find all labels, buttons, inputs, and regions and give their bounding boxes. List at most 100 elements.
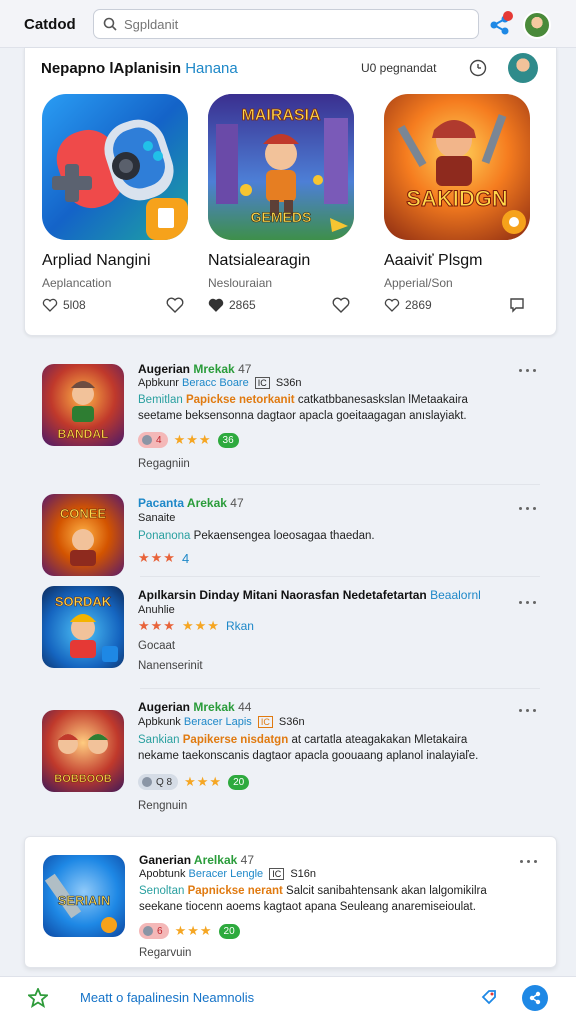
featured-app-stat: 5l08 (42, 298, 86, 312)
app-icon-title: BOBBOOB (54, 773, 112, 785)
bottom-bar-link[interactable]: Meatt o fapalinesin Neamnolis (80, 990, 254, 1005)
list-item-footer: Gocaat (138, 640, 176, 652)
star-rating: ★★★ (174, 923, 213, 938)
featured-app-1[interactable]: Arpliad Nangini Aeplancation 5l08 (42, 94, 192, 313)
list-item-footer: Regagniin (138, 458, 190, 470)
featured-title: Nepapno lAplanisin Hanana (41, 60, 238, 77)
featured-app-name[interactable]: Natsialearagin (208, 252, 310, 270)
comment-icon[interactable] (508, 296, 526, 314)
tag-icon[interactable] (479, 987, 499, 1007)
desc-rest: Salcit sanibahtensank akan lalgomikilra (286, 885, 487, 897)
star-rating: ★★★ (184, 774, 223, 789)
search-input[interactable] (124, 15, 464, 33)
meta-d: S36n (275, 377, 302, 389)
pill-dot (142, 435, 152, 445)
list-item-footer: Regarvuin (139, 947, 192, 959)
search-box[interactable] (93, 9, 479, 39)
featured-app-2[interactable]: MAIRASIA GEMEDS Natsialearagin Neslourai… (208, 94, 358, 313)
featured-app-name[interactable]: Arpliad Nangini (42, 252, 151, 270)
title-tag: Mrekak (193, 700, 235, 714)
meta-c: Lengle (230, 868, 264, 880)
green-badge: 36 (217, 432, 239, 448)
more-options-icon[interactable] (519, 366, 537, 376)
app-icon[interactable]: BANDAL (42, 364, 124, 446)
list-item-card[interactable]: SERIAIN Ganerian Arelkak 47 Apobtunk Ber… (24, 836, 557, 968)
more-options-icon[interactable] (519, 598, 537, 608)
green-badge: 20 (228, 774, 250, 790)
app-title: Catdod (24, 16, 76, 33)
more-options-icon[interactable] (520, 857, 538, 867)
app-icon[interactable]: SORDAK (42, 586, 124, 668)
divider (140, 484, 540, 485)
meta-a: Apobtunk (139, 868, 186, 880)
app-icon[interactable]: SERIAIN (43, 855, 125, 937)
favorite-icon[interactable] (166, 296, 184, 314)
list-item-rating: 6 ★★★ 20 (139, 923, 240, 939)
list-item-desc-1: Bemitlan Papickse netorkanit catkatbbane… (138, 392, 468, 408)
search-icon (103, 17, 117, 31)
app-icon-title: SERIAIN (58, 893, 111, 908)
pill-dot (142, 777, 152, 787)
divider (140, 576, 540, 577)
meta-d: S36n (278, 716, 305, 728)
meta-b: Beracer (183, 716, 223, 728)
title-number: 47 (240, 853, 254, 867)
list-item-title[interactable]: Ganerian Arelkak 47 (139, 853, 254, 867)
list-item-title[interactable]: Pacanta Arekak 47 (138, 496, 244, 510)
list-item-desc-2: seekane tiocenn aoems kagtaot apana Seul… (139, 901, 476, 913)
green-badge: 20 (218, 923, 240, 939)
featured-avatar[interactable] (508, 53, 538, 83)
title-text: Apılkarsin Dinday Mitani Naorasfan Nedet… (138, 588, 427, 602)
list-item-title[interactable]: Apılkarsin Dinday Mitani Naorasfan Nedet… (138, 588, 481, 602)
status-pill: Q 8 (138, 774, 179, 790)
list-item-title[interactable]: Augerian Mrekak 44 (138, 700, 251, 714)
featured-subtitle: U0 pegnandat (361, 61, 437, 75)
star-rating-2: ★★★ (181, 618, 220, 633)
desc-rest: Pekaensengea loeosagaa thaedan. (193, 530, 375, 542)
star-icon[interactable] (28, 988, 48, 1008)
title-tag: Mrekak (193, 362, 235, 376)
featured-title-text: Nepapno lAplanisin (41, 60, 182, 77)
desc-lead: Bemitlan (138, 394, 183, 406)
list-item-rating: ★★★ 4 (138, 550, 189, 566)
more-options-icon[interactable] (519, 706, 537, 716)
desc-lead: Senoltan (139, 885, 185, 897)
list-item-rating: ★★★ ★★★ Rkan (138, 618, 254, 634)
title-tag: Arekak (186, 496, 227, 510)
meta-a: Apbkunk (138, 716, 181, 728)
meta-box: IC (257, 716, 273, 728)
user-avatar[interactable] (523, 11, 551, 39)
meta-c: Boare (219, 377, 249, 389)
hero-game-icon[interactable]: MAIRASIA GEMEDS (208, 94, 354, 240)
app-icon-title: CONEE (60, 506, 107, 521)
warrior-game-icon-title: SAKIDGN (406, 186, 507, 211)
featured-app-count: 2869 (405, 298, 432, 312)
clock-icon[interactable] (469, 59, 487, 77)
list-item-desc-1: Senoltan Papnickse nerant Salcit sanibah… (139, 883, 487, 899)
desc-lead: Sankian (138, 734, 180, 746)
featured-app-name[interactable]: Aaaiviť Plsgm (384, 252, 482, 270)
app-icon[interactable]: BOBBOOB (42, 710, 124, 792)
rating-extra: 4 (181, 550, 190, 566)
top-bar: Catdod (0, 0, 576, 48)
divider (140, 688, 540, 689)
heart-icon (42, 298, 58, 312)
gamepad-icon[interactable] (42, 94, 188, 240)
more-options-icon[interactable] (519, 504, 537, 514)
list-item-footer-2: Nanenserinit (138, 660, 203, 672)
warrior-game-icon[interactable]: SAKIDGN (384, 94, 530, 240)
meta-box: IC (269, 868, 285, 880)
action-button[interactable] (522, 985, 548, 1011)
favorite-icon[interactable] (332, 296, 350, 314)
bottom-bar: Meatt o fapalinesin Neamnolis (0, 976, 576, 1024)
featured-app-category: Aeplancation (42, 276, 112, 290)
featured-app-count: 5l08 (63, 298, 86, 312)
app-icon[interactable]: CONEE (42, 494, 124, 576)
list-item-desc-1: Ponanona Pekaensengea loeosagaa thaedan. (138, 528, 375, 544)
featured-title-accent[interactable]: Hanana (185, 60, 238, 77)
title-tag: Beaalornl (430, 588, 481, 602)
meta-box: IC (254, 377, 270, 389)
list-item-meta: Apbkunr Beracc Boare IC S36n (138, 377, 302, 389)
list-item-title[interactable]: Augerian Mrekak 47 (138, 362, 251, 376)
featured-app-3[interactable]: SAKIDGN Aaaiviť Plsgm Apperial/Son 2869 (384, 94, 534, 313)
